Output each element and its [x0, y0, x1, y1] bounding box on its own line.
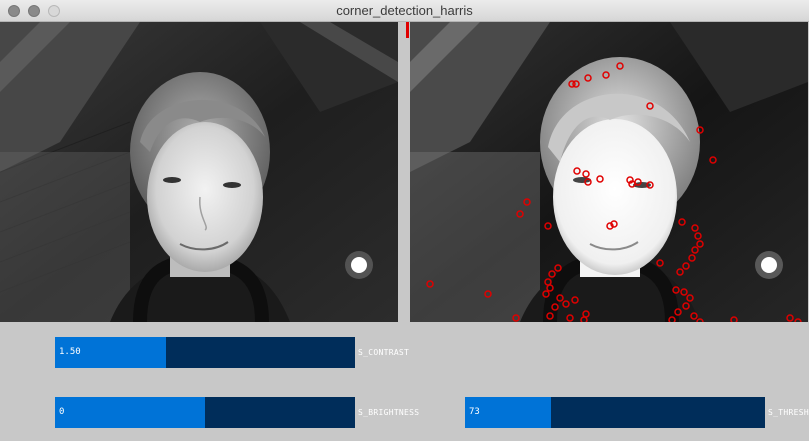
contrast-label: S_CONTRAST [358, 348, 410, 357]
thresh-label: S_THRESH [768, 408, 809, 417]
window-titlebar: corner_detection_harris [0, 0, 809, 22]
harris-corner-overlay-view [410, 22, 808, 322]
thresh-value: 73 [469, 407, 480, 417]
brightness-slider-fill [55, 397, 205, 428]
panel-divider [398, 22, 410, 322]
panel-divider-marker [406, 22, 409, 38]
brightness-label: S_BRIGHTNESS [358, 408, 420, 417]
brightness-slider[interactable]: 0 [55, 397, 355, 428]
thresh-slider[interactable]: 73 [465, 397, 765, 428]
brightness-value: 0 [59, 407, 65, 417]
grayscale-camera-view [0, 22, 398, 322]
window-title: corner_detection_harris [336, 3, 473, 18]
contrast-value: 1.50 [59, 347, 81, 357]
camera-frame-right [410, 22, 808, 322]
camera-frame-left [0, 22, 398, 322]
contrast-slider[interactable]: 1.50 [55, 337, 355, 368]
